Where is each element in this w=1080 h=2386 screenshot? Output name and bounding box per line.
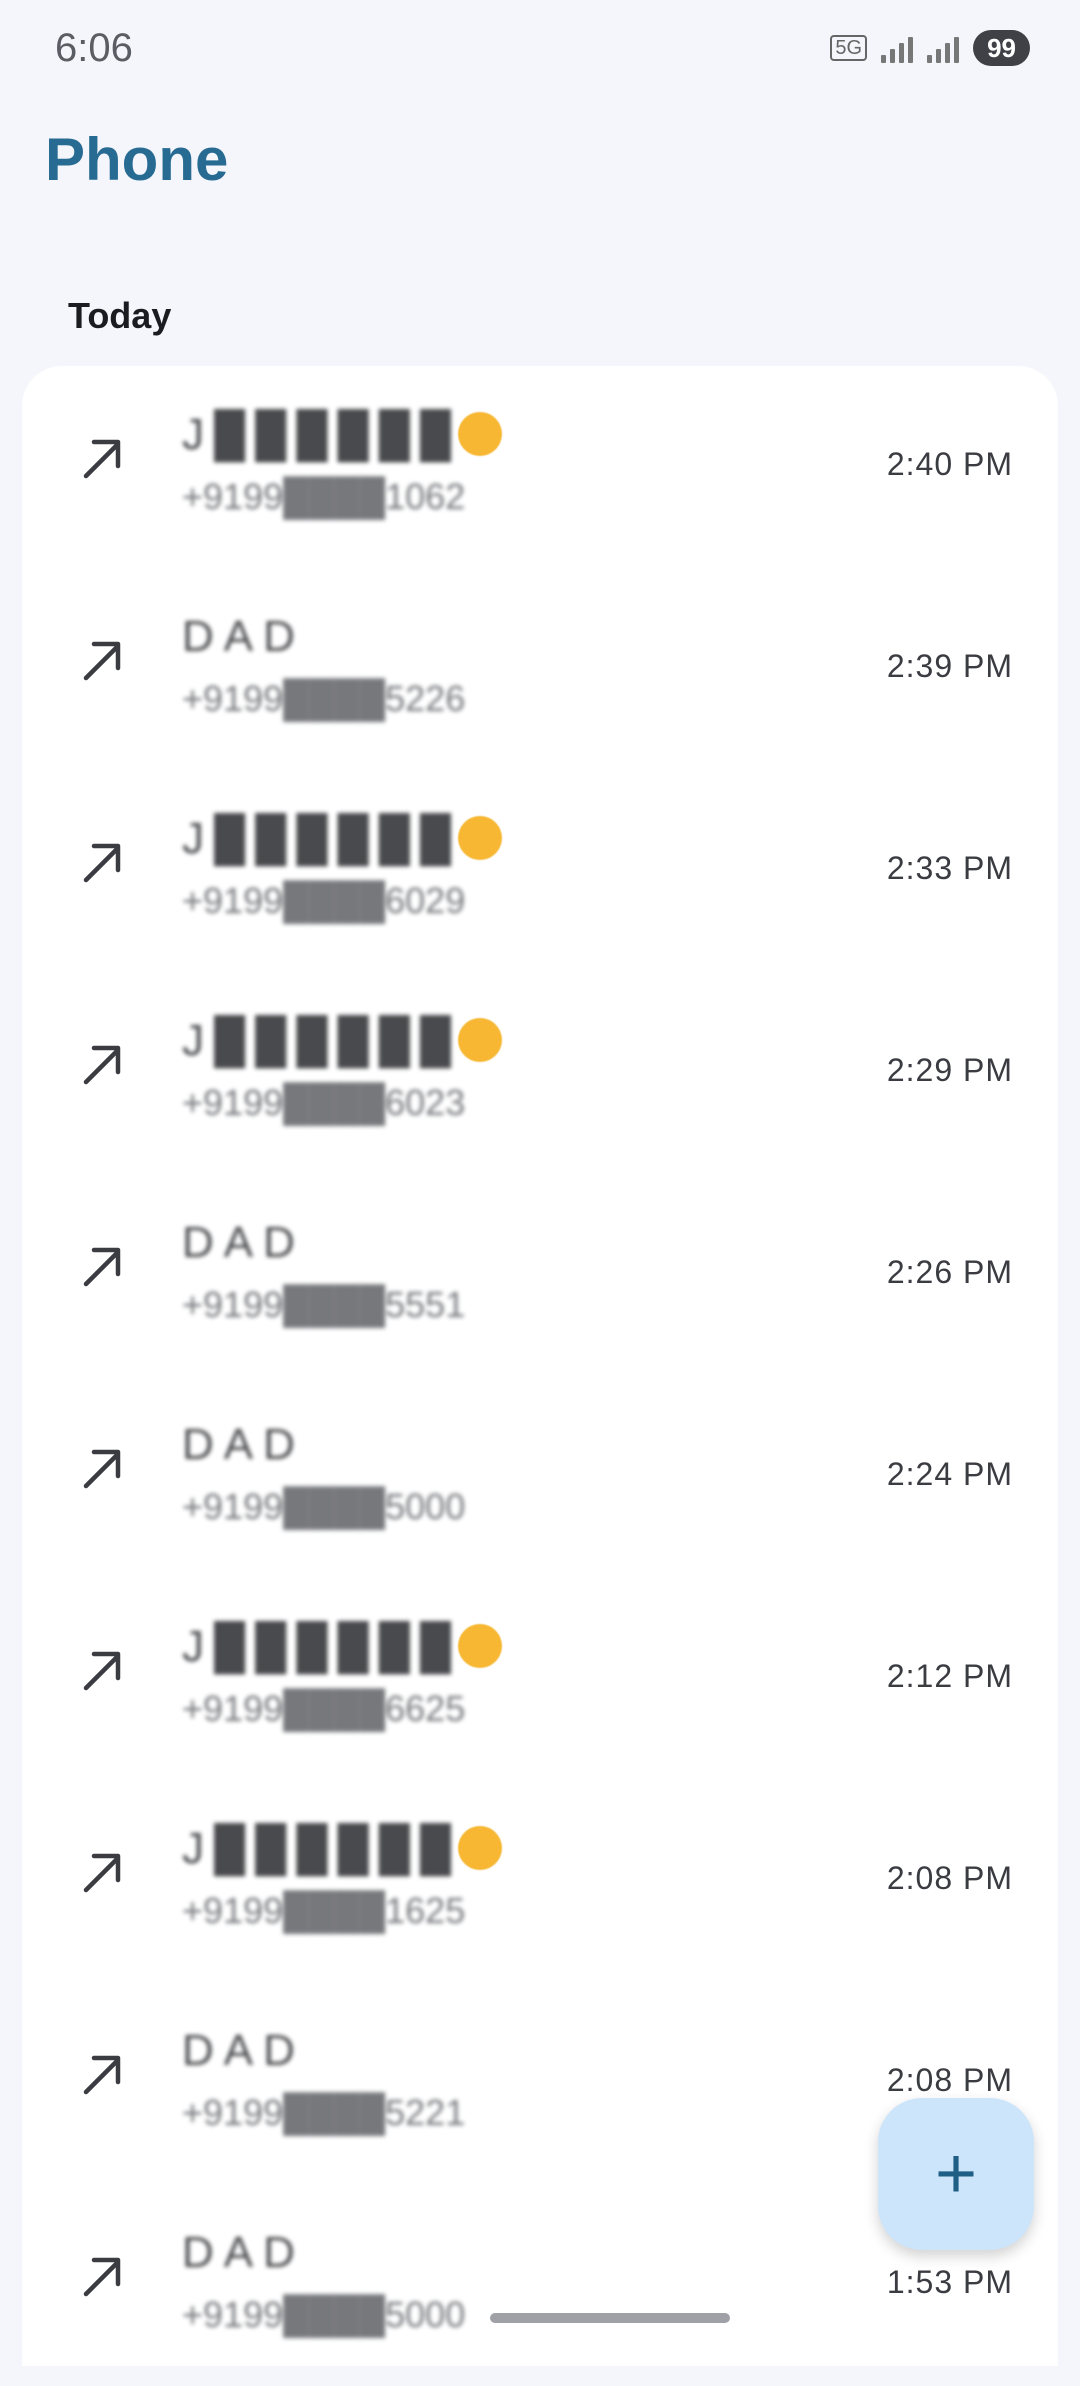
plus-icon: + [934, 2134, 978, 2214]
contact-number: +9199████6625 [182, 1688, 466, 1729]
contact-name: J██████ [182, 1622, 462, 1671]
contact-number: +9199████5551 [182, 1284, 466, 1325]
battery-icon: 99 [973, 30, 1030, 66]
call-log-row[interactable]: DAD +9199████5226 2:39 PM [22, 568, 1058, 770]
call-time: 2:12 PM [886, 1658, 1013, 1694]
outgoing-call-icon [83, 439, 121, 479]
contact-name: DAD [182, 612, 305, 661]
contact-name: J██████ [182, 1016, 462, 1065]
call-log-row[interactable]: J██████ +9199████6023 2:29 PM [22, 972, 1058, 1174]
network-5g-icon: 5G [830, 35, 868, 61]
contact-number: +9199████5221 [182, 2092, 466, 2133]
outgoing-call-icon [83, 1045, 121, 1085]
contact-name: J██████ [182, 1824, 462, 1873]
contact-number: +9199████5226 [182, 678, 466, 719]
outgoing-call-icon [83, 1247, 121, 1287]
outgoing-call-icon [83, 641, 121, 681]
call-log-row[interactable]: J██████ +9199████6029 2:33 PM [22, 770, 1058, 972]
status-icons: 5G 99 [830, 30, 1030, 66]
outgoing-call-icon [83, 1651, 121, 1691]
outgoing-call-icon [83, 2257, 121, 2297]
status-bar: 6:06 5G 99 [0, 0, 1080, 100]
emoji-icon [458, 412, 502, 456]
contact-name: DAD [182, 2228, 305, 2277]
home-indicator[interactable] [490, 2313, 730, 2323]
new-call-fab[interactable]: + [878, 2098, 1034, 2250]
emoji-icon [458, 1624, 502, 1668]
call-log-row[interactable]: J██████ +9199████1625 2:08 PM [22, 1780, 1058, 1982]
call-log-row[interactable]: J██████ +9199████6625 2:12 PM [22, 1578, 1058, 1780]
signal-icon [927, 33, 960, 63]
emoji-icon [458, 1018, 502, 1062]
call-time: 1:53 PM [886, 2264, 1013, 2300]
outgoing-call-icon [83, 1449, 121, 1489]
outgoing-call-icon [83, 1853, 121, 1893]
call-time: 2:08 PM [886, 1860, 1013, 1896]
emoji-icon [458, 816, 502, 860]
outgoing-call-icon [83, 843, 121, 883]
call-log-card: J██████ +9199████1062 2:40 PM DAD +9199████5… [22, 366, 1058, 2366]
contact-number: +9199████6023 [182, 1082, 466, 1123]
contact-number: +9199████5000 [182, 2294, 466, 2335]
call-time: 2:29 PM [886, 1052, 1013, 1088]
call-time: 2:40 PM [886, 446, 1013, 482]
contact-name: J██████ [182, 814, 462, 863]
contact-number: +9199████1062 [182, 476, 466, 517]
page-title: Phone [45, 126, 229, 193]
call-time: 2:39 PM [886, 648, 1013, 684]
signal-icon [881, 33, 914, 63]
contact-number: +9199████1625 [182, 1890, 466, 1931]
contact-name: J██████ [182, 410, 462, 459]
contact-name: DAD [182, 2026, 305, 2075]
contact-number: +9199████5000 [182, 1486, 466, 1527]
call-time: 2:24 PM [886, 1456, 1013, 1492]
call-log-row[interactable]: DAD +9199████5551 2:26 PM [22, 1174, 1058, 1376]
call-log-row[interactable]: DAD +9199████5000 2:24 PM [22, 1376, 1058, 1578]
contact-name: DAD [182, 1218, 305, 1267]
emoji-icon [458, 1826, 502, 1870]
call-log-row[interactable]: J██████ +9199████1062 2:40 PM [22, 366, 1058, 568]
call-time: 2:08 PM [886, 2062, 1013, 2098]
contact-number: +9199████6029 [182, 880, 466, 921]
call-time: 2:33 PM [886, 850, 1013, 886]
section-header-today: Today [68, 295, 172, 336]
status-time: 6:06 [55, 26, 133, 70]
outgoing-call-icon [83, 2055, 121, 2095]
call-time: 2:26 PM [886, 1254, 1013, 1290]
contact-name: DAD [182, 1420, 305, 1469]
